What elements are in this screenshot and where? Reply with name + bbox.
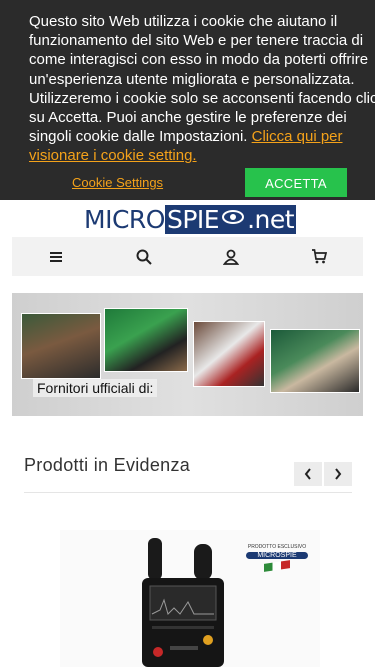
logo-text-spie: SPIE .net [164, 204, 297, 234]
logo-text-net: .net [247, 204, 295, 234]
badge-line-1: PRODOTTO ESCLUSIVO [247, 544, 307, 550]
cookie-line: visionare i cookie setting. [29, 146, 375, 165]
menu-button[interactable] [12, 237, 100, 276]
cart-button[interactable] [275, 237, 363, 276]
site-logo[interactable]: MICRO SPIE .net [84, 204, 297, 234]
section-divider [24, 492, 352, 493]
menu-icon [49, 251, 62, 262]
cookie-settings-link[interactable]: Cookie Settings [72, 175, 163, 190]
cookie-line: come interagisci con esso in modo da pot… [29, 51, 369, 69]
logo-text-micro: MICRO [84, 204, 165, 234]
cookie-policy-link[interactable]: Clicca qui per [252, 128, 343, 145]
cookie-message: Questo sito Web utilizza i cookie che ai… [29, 12, 375, 166]
banner-photo [104, 308, 188, 372]
cookie-line: un'esperienza utente migliorata e person… [29, 70, 355, 88]
chevron-right-icon [335, 468, 342, 480]
badge-line-2: MICROSPIE [246, 552, 308, 559]
product-badge: PRODOTTO ESCLUSIVO MICROSPIE [246, 544, 308, 572]
suppliers-banner[interactable]: Fornitori ufficiali di: [12, 293, 363, 416]
cookie-banner: Questo sito Web utilizza i cookie che ai… [0, 0, 375, 200]
cookie-line: singoli cookie dalle Impostazioni. Clicc… [29, 127, 375, 146]
cookie-line-text: singoli cookie dalle Impostazioni. [29, 128, 248, 146]
cart-icon [312, 249, 328, 264]
search-button[interactable] [100, 237, 188, 276]
product-image[interactable]: PRODOTTO ESCLUSIVO MICROSPIE [60, 530, 320, 667]
cookie-policy-link-2[interactable]: visionare i cookie setting. [29, 147, 197, 164]
eye-icon [222, 210, 245, 224]
featured-products-title: Prodotti in Evidenza [24, 455, 191, 475]
cookie-actions: Cookie Settings ACCETTA [0, 168, 375, 198]
cookie-line: su Accetta. Puoi anche gestire le prefer… [29, 109, 347, 127]
logo-text-spie-label: SPIE [166, 204, 220, 234]
cookie-line: Questo sito Web utilizza i cookie che ai… [29, 13, 338, 30]
user-icon [223, 249, 240, 265]
chevron-left-icon [304, 468, 311, 480]
banner-photo [270, 329, 360, 393]
banner-photo [21, 313, 101, 379]
mobile-toolbar [12, 237, 363, 276]
banner-caption: Fornitori ufficiali di: [33, 379, 158, 397]
account-button[interactable] [188, 237, 276, 276]
cookie-line: funzionamento del sito Web e per tenere … [29, 32, 364, 50]
banner-photo [193, 321, 265, 387]
carousel-prev-button[interactable] [294, 462, 322, 486]
search-icon [136, 249, 152, 265]
carousel-next-button[interactable] [324, 462, 352, 486]
accept-cookies-button[interactable]: ACCETTA [245, 168, 347, 197]
cookie-line: Utilizzeremo i cookie solo se acconsenti… [29, 89, 375, 107]
